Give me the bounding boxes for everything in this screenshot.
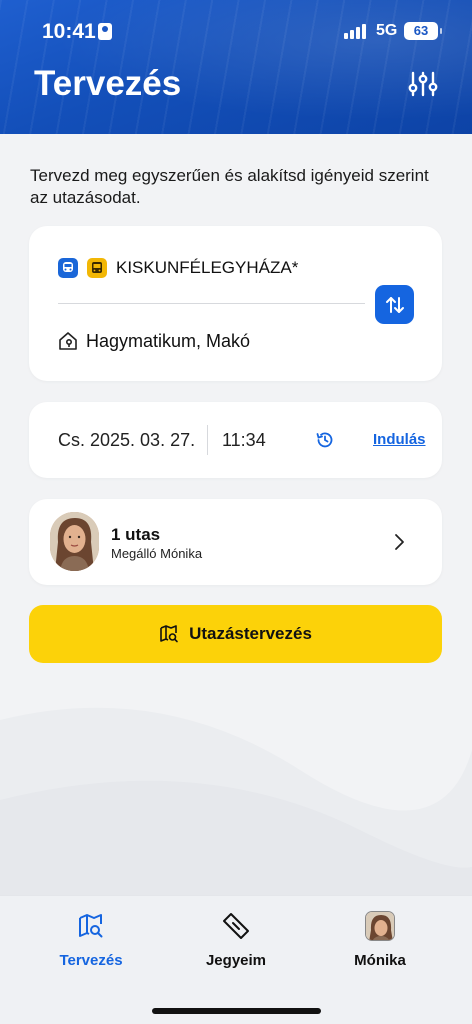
origin-label: KISKUNFÉLEGYHÁZA* xyxy=(116,258,299,277)
ticket-icon xyxy=(220,910,252,942)
background-wave xyxy=(0,707,472,895)
destination-label: Hagymatikum, Makó xyxy=(86,330,251,351)
tab-bar: Tervezés Jegyeim Mónika xyxy=(0,895,472,1024)
route-divider xyxy=(58,303,365,304)
plan-journey-label: Utazástervezés xyxy=(189,624,312,643)
status-time: 10:41 xyxy=(42,20,96,43)
map-search-icon xyxy=(75,910,107,942)
passenger-card[interactable]: 1 utas Megálló Mónika xyxy=(29,499,442,585)
intro-text: Tervezd meg egyszerűen és alakítsd igény… xyxy=(30,166,429,207)
tab-tickets[interactable]: Jegyeim xyxy=(176,910,296,970)
datetime-card: Cs. 2025. 03. 27. 11:34 Indulás xyxy=(29,402,442,478)
date-field[interactable]: Cs. 2025. 03. 27. xyxy=(58,430,195,451)
train-icon xyxy=(58,258,78,278)
network-type: 5G xyxy=(376,22,398,39)
bus-icon xyxy=(87,258,107,278)
swap-route-button[interactable] xyxy=(375,285,414,324)
passenger-count: 1 utas xyxy=(111,525,161,544)
passenger-name: Megálló Mónika xyxy=(111,546,203,561)
profile-avatar-wrapper xyxy=(364,910,396,942)
home-pin-icon xyxy=(59,332,77,350)
history-icon[interactable] xyxy=(315,430,335,450)
origin-field[interactable]: KISKUNFÉLEGYHÁZA* xyxy=(58,256,298,280)
profile-avatar xyxy=(365,911,395,941)
avatar xyxy=(50,512,99,571)
tab-planning-label: Tervezés xyxy=(59,952,123,969)
signal-icon xyxy=(344,23,370,39)
tab-profile[interactable]: Mónika xyxy=(320,910,440,970)
tab-tickets-label: Jegyeim xyxy=(205,952,267,969)
home-indicator xyxy=(152,1008,321,1014)
header: 10:41 5G 63 Tervezés xyxy=(0,0,472,134)
chevron-right-icon xyxy=(395,534,404,550)
map-search-icon xyxy=(160,625,178,643)
tab-profile-label: Mónika xyxy=(354,952,406,969)
tab-planning[interactable]: Tervezés xyxy=(31,910,151,970)
status-bar: 10:41 5G 63 xyxy=(0,18,472,46)
battery-icon: 63 xyxy=(404,22,442,40)
sliders-icon[interactable] xyxy=(408,70,438,98)
departure-mode-link[interactable]: Indulás xyxy=(373,431,426,448)
destination-field[interactable]: Hagymatikum, Makó xyxy=(58,329,250,353)
route-card: KISKUNFÉLEGYHÁZA* Hagymatikum, Makó xyxy=(29,226,442,381)
time-field[interactable]: 11:34 xyxy=(222,430,266,451)
swap-arrows-icon xyxy=(385,296,404,313)
plan-journey-button[interactable]: Utazástervezés xyxy=(29,605,442,663)
page-title: Tervezés xyxy=(34,64,182,103)
id-card-icon xyxy=(98,23,112,40)
datetime-divider xyxy=(207,425,208,455)
